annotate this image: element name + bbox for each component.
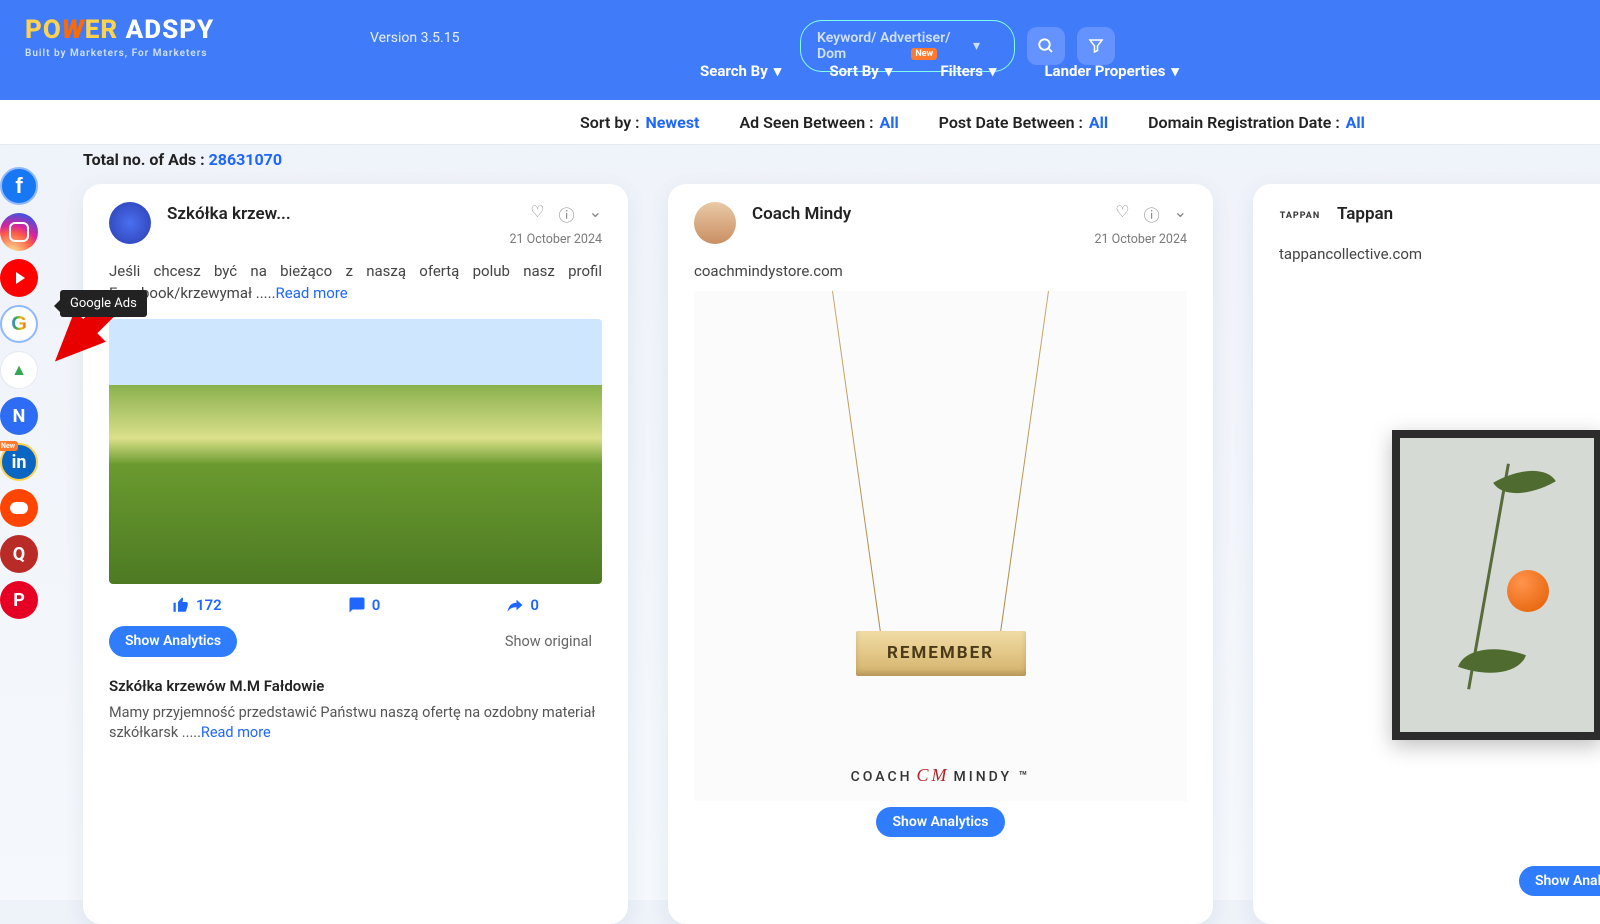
version-label: Version 3.5.15: [370, 30, 459, 46]
ad-seen-filter[interactable]: Ad Seen Between : All: [739, 113, 898, 132]
post-date-filter[interactable]: Post Date Between : All: [939, 113, 1108, 132]
nav-sort-by[interactable]: New Sort By▾: [829, 62, 892, 80]
engagement-stats: 172 0 0: [109, 596, 602, 614]
chevron-down-icon[interactable]: ⌄: [589, 202, 602, 226]
read-more-link[interactable]: Read more: [276, 284, 348, 302]
nav-lander-properties[interactable]: Lander Properties▾: [1044, 62, 1179, 80]
filter-button[interactable]: [1077, 27, 1115, 65]
chevron-down-icon: ▾: [1171, 62, 1179, 80]
pendant-text: REMEMBER: [856, 631, 1026, 676]
pinterest-icon[interactable]: P: [0, 581, 38, 619]
instagram-icon[interactable]: [0, 213, 38, 251]
show-analytics-button[interactable]: Show Analytics: [1519, 866, 1600, 896]
brand-mark: COACHCMMINDY ™: [851, 765, 1031, 786]
ad-date: 21 October 2024: [1095, 232, 1187, 247]
filter-bar: Sort by : Newest Ad Seen Between : All P…: [0, 100, 1600, 145]
quora-icon[interactable]: Q: [0, 535, 38, 573]
native-icon[interactable]: N: [0, 397, 38, 435]
logo-text: POWER ADSPY: [25, 15, 214, 45]
heart-icon[interactable]: ♡: [530, 202, 544, 226]
ad-subdesc: Mamy przyjemność przedstawić Państwu nas…: [109, 703, 602, 744]
ad-domain: coachmindystore.com: [694, 261, 1187, 283]
ad-creative-image[interactable]: REMEMBER COACHCMMINDY ™: [694, 291, 1187, 801]
shares-stat: 0: [506, 596, 539, 614]
ad-card: Coach Mindy ♡ ⓘ ⌄ 21 October 2024 coachm…: [668, 184, 1213, 924]
nav-search-by[interactable]: Search By▾: [700, 62, 781, 80]
total-ads-label: Total no. of Ads : 28631070: [83, 150, 1600, 169]
advertiser-name[interactable]: Szkółka krzew...: [167, 204, 291, 224]
show-original-link[interactable]: Show original: [495, 626, 602, 657]
comments-stat: 0: [348, 596, 381, 614]
info-icon[interactable]: ⓘ: [1144, 202, 1160, 226]
search-placeholder: Keyword/ Advertiser/ Dom: [817, 30, 973, 62]
chevron-down-icon: ▾: [989, 62, 997, 80]
domain-reg-filter[interactable]: Domain Registration Date : All: [1148, 113, 1365, 132]
ad-creative-image[interactable]: [109, 319, 602, 584]
show-analytics-button[interactable]: Show Analytics: [876, 807, 1004, 837]
facebook-icon[interactable]: f: [0, 167, 38, 205]
new-badge: New: [911, 48, 937, 60]
youtube-icon[interactable]: [0, 259, 38, 297]
advertiser-name[interactable]: Coach Mindy: [752, 204, 851, 224]
tagline: Built by Marketers, For Marketers: [25, 48, 214, 59]
chevron-down-icon[interactable]: ⌄: [1174, 202, 1187, 226]
platform-rail: f G N inNew Q P Google Ads: [0, 145, 38, 924]
search-icon: [1037, 37, 1055, 55]
advertiser-avatar[interactable]: [694, 202, 736, 244]
logo: POWER ADSPY Built by Marketers, For Mark…: [25, 15, 214, 59]
advertiser-avatar[interactable]: [109, 202, 151, 244]
search-button[interactable]: [1027, 27, 1065, 65]
linkedin-icon[interactable]: inNew: [0, 443, 38, 481]
new-badge: New: [0, 441, 18, 451]
ad-card: Szkółka krzew... ♡ ⓘ ⌄ 21 October 2024 J…: [83, 184, 628, 924]
chevron-down-icon: ▾: [885, 62, 893, 80]
info-icon[interactable]: ⓘ: [559, 202, 575, 226]
ad-text: Jeśli chcesz być na bieżąco z naszą ofer…: [109, 261, 602, 305]
google-icon[interactable]: G: [0, 305, 38, 343]
advertiser-name[interactable]: Tappan: [1337, 204, 1393, 224]
ad-creative-image[interactable]: [1392, 430, 1600, 740]
ad-date: 21 October 2024: [510, 232, 602, 247]
chevron-down-icon: ▾: [774, 62, 782, 80]
heart-icon[interactable]: ♡: [1115, 202, 1129, 226]
reddit-icon[interactable]: [0, 489, 38, 527]
ad-domain: tappancollective.com: [1279, 244, 1600, 266]
ad-subtitle: Szkółka krzewów M.M Fałdowie: [109, 677, 602, 695]
read-more-link[interactable]: Read more: [201, 724, 271, 741]
google-ads-icon[interactable]: [0, 351, 38, 389]
show-analytics-button[interactable]: Show Analytics: [109, 626, 237, 657]
filter-icon: [1087, 37, 1105, 55]
sort-by-filter[interactable]: Sort by : Newest: [580, 113, 699, 132]
nav-menu: Search By▾ New Sort By▾ Filters▾ Lander …: [700, 62, 1179, 80]
top-bar: POWER ADSPY Built by Marketers, For Mark…: [0, 0, 1600, 100]
advertiser-avatar[interactable]: TAPPAN: [1279, 202, 1321, 230]
nav-filters[interactable]: Filters▾: [940, 62, 996, 80]
chevron-down-icon: ▾: [973, 38, 980, 54]
likes-stat: 172: [172, 596, 222, 614]
google-ads-tooltip: Google Ads: [60, 290, 147, 317]
